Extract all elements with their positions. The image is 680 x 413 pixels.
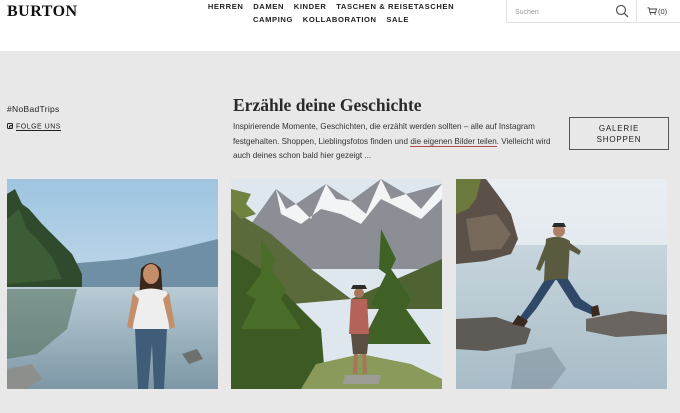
instagram-photo-2[interactable] <box>231 179 442 389</box>
nav-item-herren[interactable]: HERREN <box>208 0 244 13</box>
instagram-photo-3[interactable] <box>456 179 667 389</box>
instagram-photo-1[interactable] <box>7 179 218 389</box>
instagram-icon <box>7 123 13 129</box>
photo-rock-jump <box>456 179 667 389</box>
section-title: Erzähle deine Geschichte <box>233 95 422 115</box>
main-nav: HERREN DAMEN KINDER TASCHEN & REISETASCH… <box>190 0 472 26</box>
follow-us-link[interactable]: FOLGE UNS <box>7 123 61 131</box>
gallery-button-line1: GALERIE <box>598 124 640 133</box>
instagram-section: #NoBadTrips FOLGE UNS Erzähle deine Gesc… <box>0 51 680 413</box>
nav-item-damen[interactable]: DAMEN <box>253 0 284 13</box>
search-box <box>506 0 636 23</box>
share-images-link[interactable]: die eigenen Bilder teilen <box>410 136 497 147</box>
burton-logo[interactable]: BURTON <box>7 3 78 21</box>
nav-item-kollaboration[interactable]: KOLLABORATION <box>303 13 377 26</box>
cart-button[interactable]: (0) <box>636 0 680 23</box>
photo-lake-woman <box>7 179 218 389</box>
follow-us-label: FOLGE UNS <box>16 123 61 131</box>
search-input[interactable] <box>515 5 611 19</box>
nav-item-kinder[interactable]: KINDER <box>294 0 327 13</box>
gallery-shop-button[interactable]: GALERIE SHOPPEN <box>569 117 669 150</box>
photo-mountain-hiker <box>231 179 442 389</box>
section-description: Inspirierende Momente, Geschichten, die … <box>233 120 563 164</box>
nav-item-sale[interactable]: SALE <box>386 13 409 26</box>
hashtag-label: #NoBadTrips <box>7 104 60 114</box>
search-icon[interactable] <box>615 4 629 18</box>
nav-item-camping[interactable]: CAMPING <box>253 13 293 26</box>
nav-item-taschen[interactable]: TASCHEN & REISETASCHEN <box>336 0 454 13</box>
cart-icon <box>647 7 657 15</box>
gallery-button-line2: SHOPPEN <box>596 135 642 144</box>
cart-count: (0) <box>658 7 668 16</box>
header: BURTON HERREN DAMEN KINDER TASCHEN & REI… <box>0 0 680 24</box>
